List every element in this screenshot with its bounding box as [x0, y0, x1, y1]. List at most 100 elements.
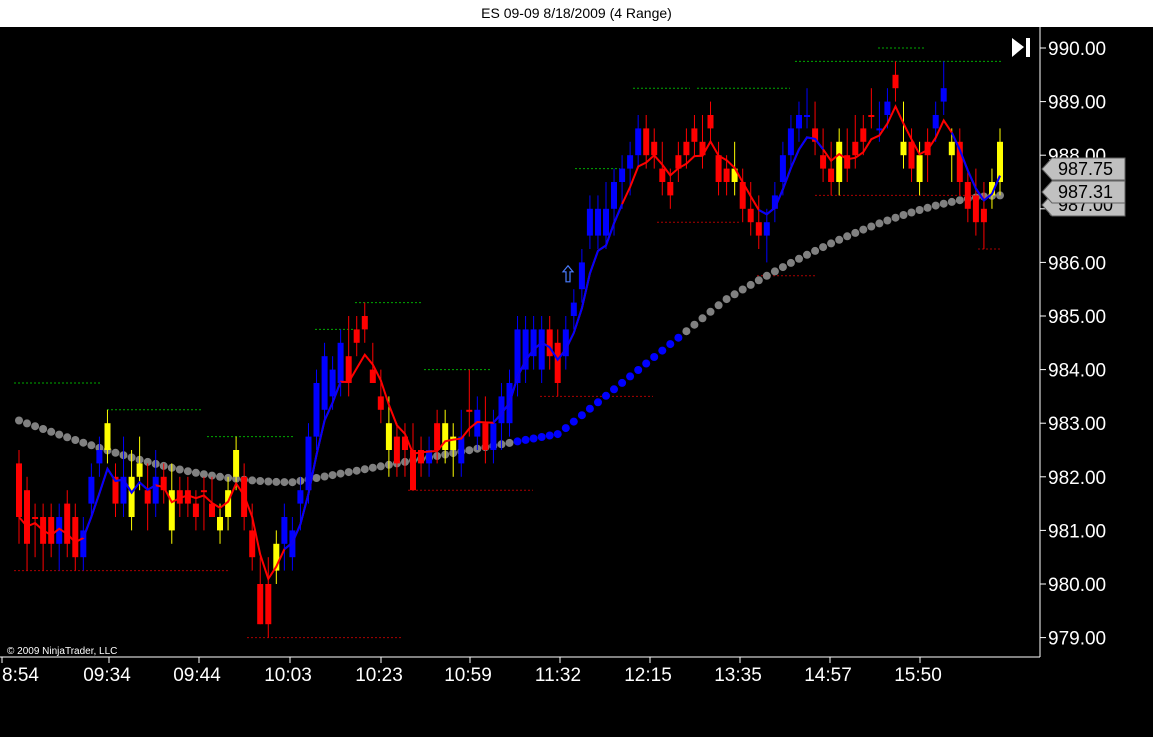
sma-dot — [55, 430, 64, 439]
sma-dot — [561, 424, 570, 433]
candle-body — [434, 423, 441, 450]
sma-dot — [320, 472, 329, 481]
sma-dot — [513, 437, 522, 446]
y-tick-label: 984.00 — [1048, 361, 1106, 382]
price-label: 987.75 — [1041, 157, 1126, 181]
sma-dot — [843, 232, 852, 241]
sma-dot — [730, 290, 739, 299]
sma-dot — [835, 235, 844, 244]
y-tick-label: 986.00 — [1048, 253, 1106, 274]
candle-body — [779, 155, 786, 182]
candle-body — [627, 155, 634, 169]
candle-body — [361, 316, 368, 330]
sma-dot — [336, 469, 345, 478]
candle-body — [337, 342, 344, 383]
candle-body — [96, 450, 103, 464]
candle-body — [787, 128, 794, 156]
candle-body — [200, 490, 207, 493]
sma-dot — [955, 196, 964, 205]
candle-body — [683, 141, 690, 156]
sma-dot — [682, 327, 691, 336]
candle-body — [828, 168, 835, 182]
candle-body — [217, 517, 223, 531]
candle-body — [144, 490, 151, 504]
candle-body — [466, 409, 473, 412]
sma-dot — [819, 243, 828, 252]
candle-body — [329, 369, 336, 397]
sma-dot — [786, 258, 795, 267]
candlestick-chart[interactable]: 990.00989.00988.00987.00986.00985.00984.… — [0, 27, 1153, 737]
candle-body — [796, 115, 802, 129]
sma-dot — [15, 416, 23, 425]
sma-dot — [690, 320, 699, 329]
candle-body — [209, 503, 215, 517]
price-label-text: 987.75 — [1058, 159, 1113, 179]
sma-dot — [867, 222, 876, 231]
sma-dot — [827, 239, 836, 248]
candle-body — [900, 141, 907, 156]
sma-dot — [642, 359, 651, 368]
sma-dot — [47, 427, 56, 436]
sma-dot — [947, 197, 956, 206]
candle-body — [313, 383, 320, 437]
sma-dot — [754, 276, 763, 285]
sma-dot — [666, 340, 675, 349]
x-tick-label: 13:35 — [714, 665, 762, 686]
candle-body — [884, 101, 891, 115]
candle-body — [892, 74, 899, 89]
sma-dot — [875, 219, 884, 228]
sma-dot — [762, 271, 771, 280]
x-tick-label: 14:57 — [804, 665, 852, 686]
candle-body — [586, 208, 593, 236]
sma-dot — [698, 314, 707, 323]
sma-dot — [714, 301, 723, 310]
candle-body — [32, 517, 39, 519]
sma-dot — [577, 411, 586, 420]
copyright-text: © 2009 NinjaTrader, LLC — [7, 646, 117, 657]
chart-panel[interactable]: 990.00989.00988.00987.00986.00985.00984.… — [0, 27, 1153, 737]
sma-dot — [39, 425, 48, 433]
y-tick-label: 982.00 — [1048, 468, 1106, 489]
candle-body — [377, 396, 384, 410]
candles — [16, 61, 1003, 638]
sma-dot — [658, 346, 667, 355]
y-tick-label: 983.00 — [1048, 414, 1106, 435]
sma-dot — [602, 391, 610, 400]
candle-body — [964, 182, 971, 209]
sma-dot — [851, 228, 860, 237]
sma-dot — [256, 477, 265, 485]
candle-body — [136, 463, 143, 477]
x-tick-label: 10:59 — [444, 665, 492, 686]
candle-body — [836, 141, 843, 182]
sma-dot — [778, 263, 787, 272]
y-tick-label: 980.00 — [1048, 575, 1106, 596]
x-tick-label: 11:32 — [535, 665, 581, 686]
x-tick-label: 15:50 — [894, 665, 942, 686]
candle-body — [578, 262, 585, 290]
sma-dot — [31, 422, 40, 431]
sma-dot — [312, 474, 321, 482]
sma-dot — [521, 435, 530, 444]
candle-body — [691, 128, 698, 142]
sma-dot — [23, 419, 31, 428]
candle-body — [804, 115, 810, 117]
sma-dot — [111, 448, 120, 457]
sma-dot — [505, 438, 514, 447]
x-tick-label: 10:23 — [355, 665, 403, 686]
x-tick-label: 09:44 — [173, 665, 221, 686]
up-arrow-icon — [561, 264, 575, 283]
sma-dot — [344, 468, 353, 477]
candle-body — [48, 517, 55, 544]
candle-body — [852, 141, 859, 156]
candle-body — [820, 155, 827, 169]
sma-dot — [191, 468, 200, 477]
sma-dot — [248, 476, 257, 485]
candle-body — [265, 584, 272, 625]
candle-body — [763, 222, 770, 236]
sma-dot — [899, 211, 908, 219]
candle-body — [353, 329, 360, 343]
x-axis: 8:54 09:34 09:44 10:03 10:23 10:59 11:32 12:15 1… — [1, 657, 942, 686]
sma-dot — [79, 438, 88, 447]
skip-to-end-icon[interactable] — [1012, 38, 1030, 57]
candle-body — [192, 503, 199, 517]
